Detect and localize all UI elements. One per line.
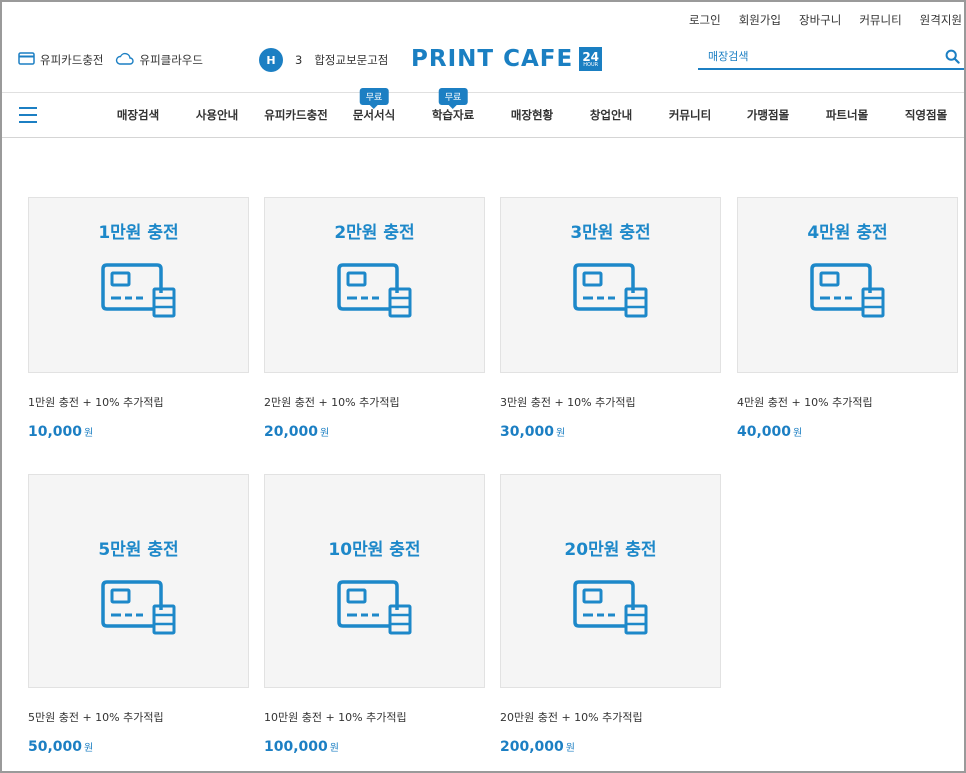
top-utility-links: 로그인 회원가입 장바구니 커뮤니티 원격지원	[689, 12, 962, 28]
hamburger-menu-icon[interactable]	[19, 106, 37, 123]
page-frame: 로그인 회원가입 장바구니 커뮤니티 원격지원 유피카드충전 유피클라우드 H …	[0, 0, 966, 773]
free-badge-study: 무료	[438, 88, 468, 105]
card-charge-icon	[809, 263, 886, 323]
price-unit: 원	[320, 428, 330, 439]
card-charge-icon	[100, 580, 177, 640]
card-charge-icon	[572, 263, 649, 323]
product-item: 4만원 충전 4만원 충전 + 10% 추가적립 40,000 원	[737, 197, 958, 440]
product-thumbnail[interactable]: 1만원 충전	[28, 197, 249, 373]
product-thumbnail[interactable]: 4만원 충전	[737, 197, 958, 373]
product-thumb-title: 10만원 충전	[328, 540, 421, 560]
product-name[interactable]: 3만원 충전 + 10% 추가적립	[500, 394, 721, 410]
cloud-link[interactable]: 유피클라우드	[115, 52, 203, 68]
product-thumb-title: 20만원 충전	[564, 540, 657, 560]
product-thumbnail[interactable]: 2만원 충전	[264, 197, 485, 373]
product-name[interactable]: 10만원 충전 + 10% 추가적립	[264, 709, 485, 725]
price-value: 10,000	[28, 424, 83, 440]
price-value: 30,000	[500, 424, 555, 440]
signup-link[interactable]: 회원가입	[739, 12, 781, 28]
nav-item-study-materials[interactable]: 학습자료	[432, 107, 474, 123]
logo-text: PRINT CAFE	[411, 46, 574, 72]
price-unit: 원	[329, 743, 339, 754]
store-badge: H	[259, 48, 283, 72]
nav-item-document-forms[interactable]: 문서서식	[353, 107, 395, 123]
store-selector[interactable]: H 3 합정교보문고점	[259, 48, 388, 72]
nav-item-guide[interactable]: 사용안내	[196, 107, 238, 123]
product-name[interactable]: 20만원 충전 + 10% 추가적립	[500, 709, 721, 725]
price-value: 100,000	[264, 739, 328, 755]
remote-support-link[interactable]: 원격지원	[920, 12, 962, 28]
product-name[interactable]: 5만원 충전 + 10% 추가적립	[28, 709, 249, 725]
logo-hour-text: HOUR	[583, 61, 599, 68]
card-charge-link[interactable]: 유피카드충전	[18, 52, 103, 68]
product-name[interactable]: 1만원 충전 + 10% 추가적립	[28, 394, 249, 410]
price-value: 40,000	[737, 424, 792, 440]
product-thumb-title: 2만원 충전	[334, 223, 415, 243]
cart-link[interactable]: 장바구니	[799, 12, 841, 28]
product-price: 30,000 원	[500, 424, 721, 440]
product-thumbnail[interactable]: 10만원 충전	[264, 474, 485, 688]
store-name: 합정교보문고점	[314, 53, 389, 67]
cloud-icon	[115, 52, 135, 68]
store-search-input[interactable]	[698, 49, 918, 63]
product-item: 1만원 충전 1만원 충전 + 10% 추가적립 10,000 원	[28, 197, 249, 440]
nav-item-startup[interactable]: 창업안내	[590, 107, 632, 123]
product-price: 200,000 원	[500, 739, 721, 755]
product-price: 10,000 원	[28, 424, 249, 440]
product-name[interactable]: 4만원 충전 + 10% 추가적립	[737, 394, 958, 410]
product-price: 100,000 원	[264, 739, 485, 755]
login-link[interactable]: 로그인	[689, 12, 721, 28]
product-item: 5만원 충전 5만원 충전 + 10% 추가적립 50,000 원	[28, 474, 249, 755]
store-number: 3	[295, 53, 303, 67]
nav-item-card-charge[interactable]: 유피카드충전	[264, 107, 327, 123]
price-value: 200,000	[500, 739, 564, 755]
product-price: 40,000 원	[737, 424, 958, 440]
price-value: 20,000	[264, 424, 319, 440]
product-price: 50,000 원	[28, 739, 249, 755]
nav-item-community[interactable]: 커뮤니티	[669, 107, 711, 123]
product-item: 10만원 충전 10만원 충전 + 10% 추가적립 100,000 원	[264, 474, 485, 755]
product-thumbnail[interactable]: 5만원 충전	[28, 474, 249, 688]
price-unit: 원	[556, 428, 566, 439]
price-unit: 원	[565, 743, 575, 754]
nav-item-direct-mall[interactable]: 직영점몰	[905, 107, 947, 123]
card-charge-icon	[572, 580, 649, 640]
logo-24-badge: 24 HOUR	[579, 47, 603, 71]
price-unit: 원	[793, 428, 803, 439]
product-thumbnail[interactable]: 20만원 충전	[500, 474, 721, 688]
card-charge-label: 유피카드충전	[40, 53, 104, 67]
card-charge-icon	[336, 263, 413, 323]
product-item: 3만원 충전 3만원 충전 + 10% 추가적립 30,000 원	[500, 197, 721, 440]
logo-24-number: 24	[582, 49, 600, 64]
product-price: 20,000 원	[264, 424, 485, 440]
header-shortcuts: 유피카드충전 유피클라우드	[18, 52, 203, 68]
nav-item-partner-mall[interactable]: 파트너몰	[826, 107, 868, 123]
card-charge-icon	[100, 263, 177, 323]
cloud-label: 유피클라우드	[139, 53, 203, 67]
product-thumbnail[interactable]: 3만원 충전	[500, 197, 721, 373]
nav-item-store-status[interactable]: 매장현황	[511, 107, 553, 123]
community-link[interactable]: 커뮤니티	[859, 12, 901, 28]
nav-item-store-search[interactable]: 매장검색	[117, 107, 159, 123]
search-icon[interactable]	[945, 49, 960, 64]
price-value: 50,000	[28, 739, 83, 755]
product-thumb-title: 5만원 충전	[98, 540, 179, 560]
product-thumb-title: 4만원 충전	[807, 223, 888, 243]
store-search	[698, 44, 964, 70]
product-item: 2만원 충전 2만원 충전 + 10% 추가적립 20,000 원	[264, 197, 485, 440]
price-unit: 원	[84, 743, 94, 754]
main-nav: 매장검색 사용안내 유피카드충전 무료 문서서식 무료 학습자료 매장현황 창업…	[2, 88, 964, 138]
product-name[interactable]: 2만원 충전 + 10% 추가적립	[264, 394, 485, 410]
nav-item-franchise-mall[interactable]: 가맹점몰	[747, 107, 789, 123]
product-item: 20만원 충전 20만원 충전 + 10% 추가적립 200,000 원	[500, 474, 721, 755]
product-thumb-title: 1만원 충전	[98, 223, 179, 243]
price-unit: 원	[84, 428, 94, 439]
product-thumb-title: 3만원 충전	[570, 223, 651, 243]
card-charge-icon	[336, 580, 413, 640]
print-cafe-logo[interactable]: PRINT CAFE 24 HOUR	[411, 46, 603, 72]
free-badge-documents: 무료	[359, 88, 389, 105]
credit-card-icon	[18, 52, 35, 68]
